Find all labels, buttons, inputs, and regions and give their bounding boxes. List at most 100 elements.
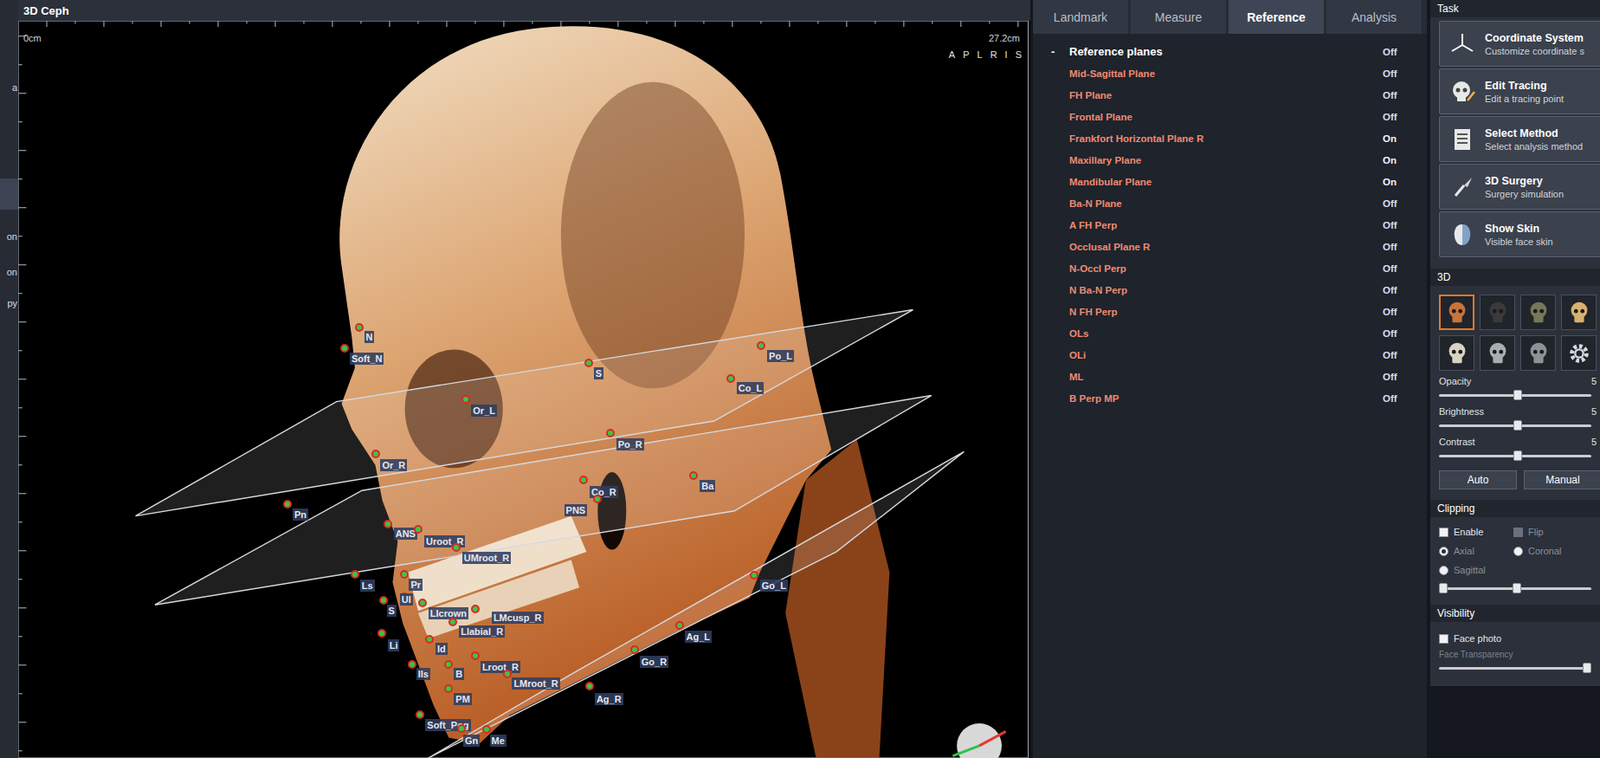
landmark-dot[interactable] [585,681,594,691]
landmark-dot[interactable] [579,475,588,484]
side-item[interactable]: on [0,256,19,288]
landmark-dot[interactable] [451,542,461,552]
landmark-label[interactable]: N [364,330,375,343]
landmark-dot[interactable] [350,569,360,579]
slider-knob[interactable] [1513,389,1523,400]
landmark-label[interactable]: Ag_L [684,630,713,643]
landmark-dot[interactable] [689,470,698,480]
landmark-dot[interactable] [470,604,480,613]
3d-canvas[interactable]: 0cm27.2cmAPLRISNSoft_NOr_LSPo_LCo_LOr_RP… [18,20,1031,758]
landmark-dot[interactable] [415,709,425,719]
tab[interactable]: Landmark [1032,0,1129,34]
reference-plane-row[interactable]: OLiOff [1032,343,1427,366]
reference-plane-row[interactable]: MLOff [1032,365,1427,388]
landmark-label[interactable]: Po_R [616,438,645,451]
landmark-label[interactable]: Soft_N [349,352,384,365]
landmark-dot[interactable] [606,428,615,438]
side-item[interactable]: on [0,220,19,252]
landmark-label[interactable]: UI [400,593,413,606]
face-photo-checkbox[interactable]: Face photo [1430,621,1600,648]
landmark-dot[interactable] [377,628,387,638]
landmark-dot[interactable] [340,343,349,353]
landmark-label[interactable]: Go_L [760,579,788,592]
landmark-dot[interactable] [457,723,466,733]
landmark-dot[interactable] [726,374,736,383]
task-button[interactable]: Show SkinVisible face skin [1438,211,1600,258]
tab[interactable]: Measure [1130,0,1226,34]
landmark-dot[interactable] [756,341,766,350]
clipping-checkbox[interactable]: Enable [1438,522,1514,542]
landmark-dot[interactable] [593,494,602,504]
landmark-label[interactable]: Ils [416,667,431,680]
landmark-label[interactable]: B [453,667,465,680]
landmark-label[interactable]: Lroot_R [480,660,521,673]
landmark-dot[interactable] [383,519,393,529]
landmark-label[interactable]: Li [387,638,400,652]
landmark-label[interactable]: Ba [699,479,716,492]
landmark-dot[interactable] [630,645,639,654]
landmark-label[interactable]: Me [490,734,507,747]
landmark-dot[interactable] [354,322,364,332]
landmark-label[interactable]: Po_L [767,349,794,362]
reference-plane-row[interactable]: N Ba-N PerpOff [1032,278,1427,301]
landmark-dot[interactable] [444,659,453,669]
landmark-dot[interactable] [749,570,759,580]
collapse-toggle[interactable]: - [1051,45,1070,59]
reference-plane-row[interactable]: OLsOff [1032,322,1427,344]
reference-planes-header[interactable]: -Reference planesOff [1032,40,1427,63]
landmark-label[interactable]: Co_L [736,381,765,394]
view-button[interactable]: P [962,49,969,60]
render-preset[interactable] [1438,335,1475,371]
landmark-dot[interactable] [407,659,417,669]
render-preset[interactable] [1561,335,1597,371]
landmark-dot[interactable] [503,669,512,678]
landmark-dot[interactable] [584,358,594,368]
render-preset[interactable] [1479,335,1516,371]
landmark-label[interactable]: Or_R [380,458,407,471]
view-button[interactable]: S [1015,49,1022,60]
view-button[interactable]: R [990,49,998,60]
slider[interactable] [1438,419,1592,432]
landmark-label[interactable]: Ag_R [594,692,624,705]
landmark-dot[interactable] [379,595,388,605]
landmark-dot[interactable] [413,524,423,534]
landmark-label[interactable]: Or_L [470,404,497,417]
reference-plane-row[interactable]: A FH PerpOff [1032,213,1427,236]
landmark-dot[interactable] [675,620,684,630]
render-preset[interactable] [1561,294,1597,330]
reference-plane-row[interactable]: Ba-N PlaneOff [1032,192,1427,214]
render-preset[interactable] [1520,335,1556,371]
reference-plane-row[interactable]: Mandibular PlaneOn [1032,170,1427,193]
landmark-label[interactable]: LIcrown [428,606,469,620]
landmark-label[interactable]: S [593,367,604,380]
task-button[interactable]: Select MethodSelect analysis method [1438,116,1600,162]
contrast-mode-button[interactable]: Auto [1438,470,1517,490]
task-button[interactable]: 3D SurgerySurgery simulation [1438,163,1600,210]
landmark-dot[interactable] [418,598,427,607]
reference-plane-row[interactable]: N-Occl PerpOff [1032,257,1427,279]
reference-plane-row[interactable]: Frankfort Horizontal Plane ROn [1032,127,1427,149]
landmark-dot[interactable] [425,634,434,644]
slider[interactable] [1438,449,1592,462]
landmark-label[interactable]: S [387,604,397,617]
landmark-label[interactable]: UMroot_R [462,551,512,564]
landmark-label[interactable]: Go_R [639,655,669,668]
clipping-range[interactable] [1438,581,1592,594]
range-high-knob[interactable] [1512,582,1522,594]
slider-knob[interactable] [1513,450,1523,461]
landmark-label[interactable]: Ls [360,579,375,592]
landmark-label[interactable]: PNS [564,503,588,517]
landmark-label[interactable]: PM [453,692,472,705]
landmark-dot[interactable] [400,569,409,579]
landmark-dot[interactable] [283,499,292,509]
task-button[interactable]: Coordinate SystemCustomize coordinate s [1438,20,1600,67]
side-item[interactable]: a [0,71,19,104]
landmark-dot[interactable] [448,617,458,626]
view-button[interactable]: A [948,49,955,60]
range-low-knob[interactable] [1438,582,1448,594]
reference-plane-row[interactable]: FH PlaneOff [1032,83,1427,106]
reference-plane-row[interactable]: N FH PerpOff [1032,300,1427,323]
view-button[interactable]: L [977,49,983,60]
landmark-label[interactable]: LMroot_R [511,677,560,690]
landmark-label[interactable]: Gn [463,734,480,747]
